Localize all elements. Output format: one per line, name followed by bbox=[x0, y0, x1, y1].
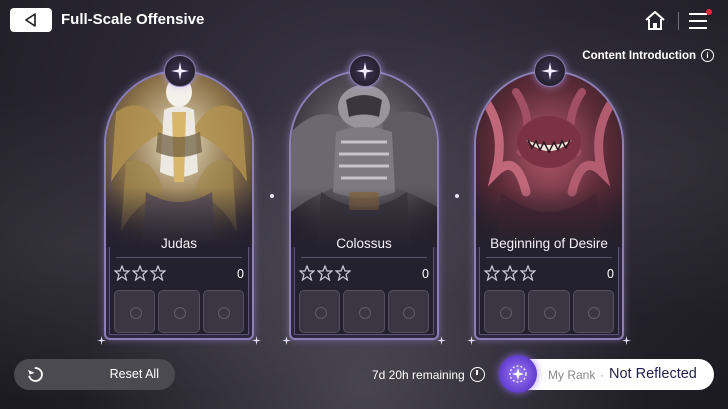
reset-all-button[interactable]: Reset All bbox=[14, 359, 175, 390]
team-slots bbox=[299, 290, 429, 333]
card-divider bbox=[116, 257, 242, 258]
sparkle-icon bbox=[282, 336, 291, 345]
card-divider bbox=[486, 257, 612, 258]
star-outline-icon bbox=[317, 265, 333, 281]
slot-emblem-icon bbox=[314, 306, 327, 319]
boss-portrait-colossus bbox=[291, 72, 437, 247]
star-outline-icon bbox=[520, 265, 536, 281]
boss-card-beginning-of-desire[interactable]: Beginning of Desire 0 bbox=[467, 55, 631, 345]
star-rating bbox=[299, 265, 351, 281]
star-outline-icon bbox=[132, 265, 148, 281]
reset-icon bbox=[28, 367, 43, 382]
team-slot[interactable] bbox=[572, 290, 614, 333]
star-outline-icon bbox=[484, 265, 500, 281]
sparkle-icon bbox=[97, 336, 106, 345]
home-icon[interactable] bbox=[643, 9, 667, 33]
star-rating bbox=[114, 265, 166, 281]
boss-score: 0 bbox=[237, 267, 244, 281]
sparkle-icon bbox=[252, 336, 261, 345]
star-outline-icon bbox=[150, 265, 166, 281]
slot-emblem-icon bbox=[129, 306, 142, 319]
slot-emblem-icon bbox=[588, 306, 601, 319]
card-separator-dot bbox=[270, 194, 274, 198]
top-bar-divider bbox=[678, 12, 679, 30]
team-slot[interactable] bbox=[387, 290, 429, 333]
star-outline-icon bbox=[299, 265, 315, 281]
card-frame: Beginning of Desire 0 bbox=[474, 70, 624, 340]
card-separator-dot bbox=[455, 194, 459, 198]
notification-dot bbox=[706, 9, 712, 15]
slot-emblem-icon bbox=[173, 306, 186, 319]
time-remaining-label: 7d 20h remaining bbox=[372, 367, 465, 382]
sparkle-icon bbox=[622, 336, 631, 345]
team-slots bbox=[484, 290, 614, 333]
boss-score: 0 bbox=[607, 267, 614, 281]
my-rank-panel[interactable]: My Rank · Not Reflected bbox=[499, 355, 714, 393]
boss-name: Judas bbox=[160, 236, 198, 251]
slot-emblem-icon bbox=[403, 306, 416, 319]
top-bar: Full-Scale Offensive bbox=[0, 0, 728, 42]
boss-portrait-judas bbox=[106, 72, 252, 247]
team-slot[interactable] bbox=[484, 290, 526, 333]
team-slot[interactable] bbox=[343, 290, 385, 333]
boss-name: Beginning of Desire bbox=[490, 236, 608, 251]
team-slot[interactable] bbox=[202, 290, 244, 333]
card-frame: Colossus 0 bbox=[289, 70, 439, 340]
sparkle-icon bbox=[437, 336, 446, 345]
card-divider bbox=[301, 257, 427, 258]
star-outline-icon bbox=[335, 265, 351, 281]
slot-emblem-icon bbox=[358, 306, 371, 319]
crest-star-icon bbox=[349, 55, 381, 87]
team-slot[interactable] bbox=[299, 290, 341, 333]
team-slots bbox=[114, 290, 244, 333]
star-rating bbox=[484, 265, 536, 281]
card-frame: Judas 0 bbox=[104, 70, 254, 340]
my-rank-label: My Rank bbox=[548, 368, 596, 382]
info-icon: i bbox=[701, 49, 714, 62]
page-title: Full-Scale Offensive bbox=[61, 11, 205, 28]
boss-portrait-beginning-of-desire bbox=[476, 72, 622, 247]
boss-card-judas[interactable]: Judas 0 bbox=[97, 55, 261, 345]
team-slot[interactable] bbox=[528, 290, 570, 333]
sparkle-icon bbox=[467, 336, 476, 345]
back-arrow-icon bbox=[25, 13, 36, 27]
time-remaining: 7d 20h remaining bbox=[372, 367, 485, 382]
my-rank-value: Not Reflected bbox=[609, 366, 697, 382]
boss-name: Colossus bbox=[336, 236, 392, 251]
content-introduction-label: Content Introduction bbox=[582, 49, 696, 62]
team-slot[interactable] bbox=[114, 290, 156, 333]
rank-emblem-icon bbox=[499, 355, 537, 393]
slot-emblem-icon bbox=[543, 306, 556, 319]
star-outline-icon bbox=[502, 265, 518, 281]
back-button[interactable] bbox=[10, 8, 52, 32]
rank-separator: · bbox=[600, 368, 604, 382]
crest-star-icon bbox=[164, 55, 196, 87]
boss-score: 0 bbox=[422, 267, 429, 281]
slot-emblem-icon bbox=[499, 306, 512, 319]
reset-all-label: Reset All bbox=[109, 367, 159, 381]
boss-card-colossus[interactable]: Colossus 0 bbox=[282, 55, 446, 345]
team-slot[interactable] bbox=[158, 290, 200, 333]
star-outline-icon bbox=[114, 265, 130, 281]
clock-icon bbox=[469, 367, 485, 382]
content-introduction-link[interactable]: Content Introduction i bbox=[582, 49, 714, 62]
slot-emblem-icon bbox=[218, 306, 231, 319]
crest-star-icon bbox=[534, 55, 566, 87]
